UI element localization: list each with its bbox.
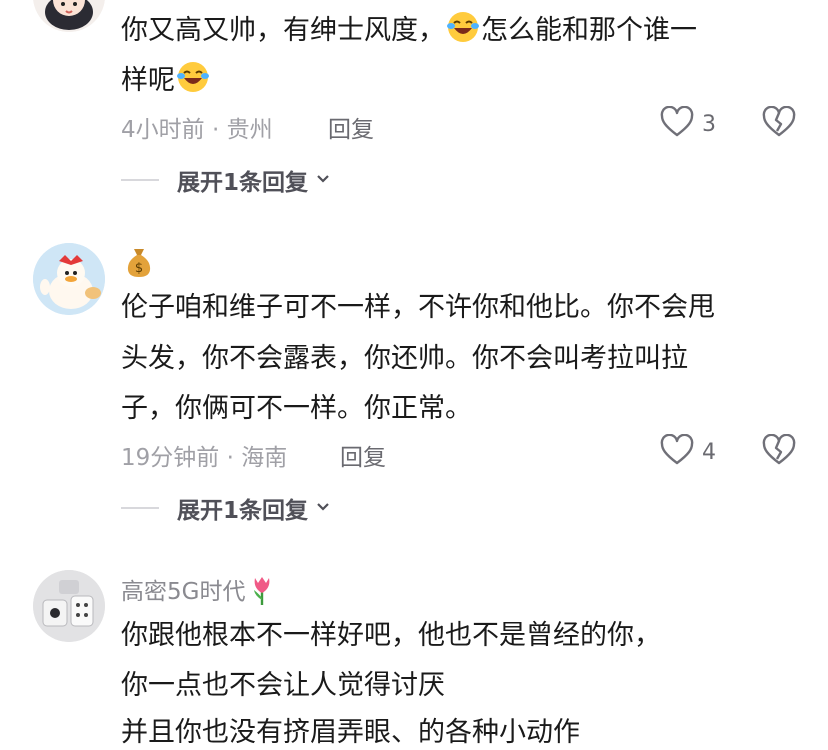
expand-replies-label: 展开1条回复 (177, 170, 309, 196)
comment-meta: 4小时前 · 贵州 (121, 117, 273, 143)
user-emoji: $ (125, 245, 153, 283)
like-count: 4 (702, 439, 716, 465)
money-bag-icon: $ (125, 249, 153, 283)
expand-replies-button[interactable]: 展开1条回复 (121, 491, 332, 525)
divider (121, 179, 159, 181)
dislike-button[interactable] (762, 433, 796, 470)
comment-text-line: 并且你也没有挤眉弄眼、的各种小动作 (121, 717, 580, 748)
comment-text-line: 伦子咱和维子可不一样，不许你和他比。你不会甩 (121, 292, 715, 323)
commenter-avatar[interactable] (33, 243, 105, 315)
laughing-crying-emoji (445, 10, 481, 53)
comment-username[interactable]: 高密5G时代 (121, 572, 275, 612)
commenter-avatar[interactable] (33, 0, 105, 32)
comment-meta: 19分钟前 · 海南 (121, 445, 288, 471)
heart-icon (660, 433, 694, 470)
broken-heart-icon (762, 433, 796, 470)
broken-heart-icon (762, 105, 796, 142)
comment-time: 19分钟前 (121, 445, 220, 471)
comment-text-line: 头发，你不会露表，你还帅。你不会叫考拉叫拉 (121, 343, 688, 374)
reply-button[interactable]: 回复 (340, 438, 386, 472)
comment-location: 贵州 (226, 117, 273, 143)
expand-replies-button[interactable]: 展开1条回复 (121, 163, 332, 197)
comment-text-line: 你一点也不会让人觉得讨厌 (121, 670, 445, 701)
like-button[interactable]: 3 (660, 105, 716, 142)
chevron-down-icon (314, 169, 332, 191)
dislike-button[interactable] (762, 105, 796, 142)
commenter-avatar[interactable] (33, 570, 105, 642)
comment-location: 海南 (241, 445, 288, 471)
svg-text:$: $ (135, 261, 143, 276)
divider (121, 507, 159, 509)
expand-replies-label: 展开1条回复 (177, 498, 309, 524)
comment-time: 4小时前 (121, 117, 205, 143)
comment-text-line: 子，你俩可不一样。你正常。 (121, 393, 472, 424)
heart-icon (660, 105, 694, 142)
reply-button[interactable]: 回复 (328, 110, 374, 144)
laughing-crying-emoji (175, 60, 211, 103)
comment-text-line: 样呢 (121, 60, 211, 103)
comment-text-line: 你又高又帅，有绅士风度， 怎么能和那个谁一 (121, 10, 697, 53)
like-count: 3 (702, 111, 716, 137)
comment-text-line: 你跟他根本不一样好吧，他也不是曾经的你， (121, 620, 661, 651)
tulip-icon (249, 574, 275, 612)
chevron-down-icon (314, 497, 332, 519)
like-button[interactable]: 4 (660, 433, 716, 470)
